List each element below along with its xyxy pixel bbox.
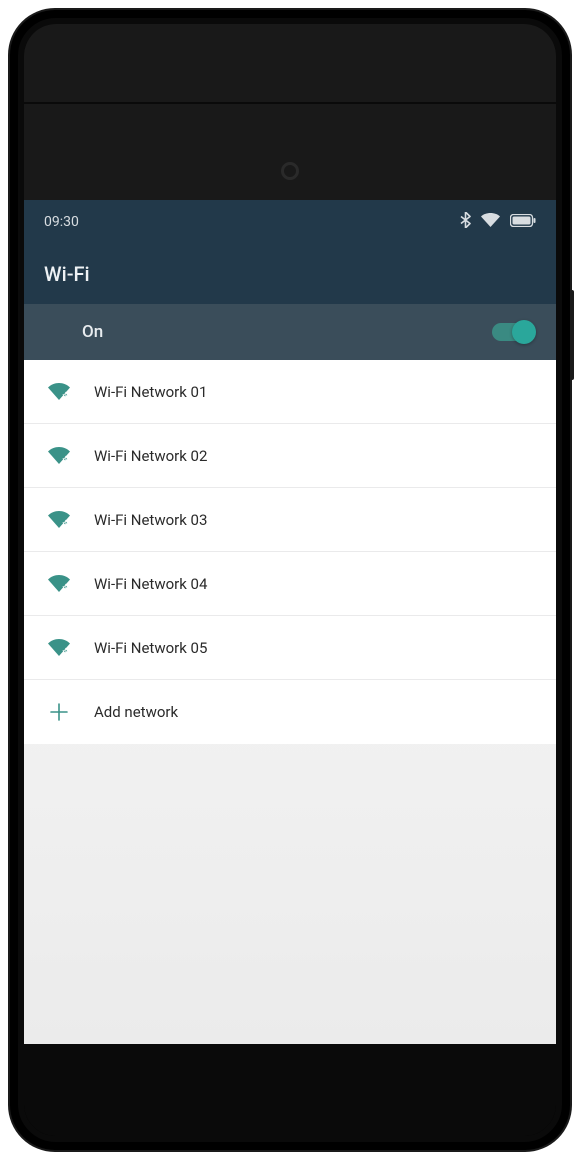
network-name: Wi-Fi Network 03 (94, 511, 207, 529)
network-item[interactable]: Wi-Fi Network 03 (24, 488, 556, 552)
network-name: Wi-Fi Network 04 (94, 575, 207, 593)
add-network-label: Add network (94, 703, 178, 721)
switch-thumb (512, 320, 536, 344)
wifi-signal-icon (44, 510, 74, 529)
camera-icon (281, 162, 299, 180)
network-item[interactable]: Wi-Fi Network 05 (24, 616, 556, 680)
plus-icon (44, 703, 74, 721)
phone-frame: 09:30 (10, 10, 570, 1150)
page-title: Wi-Fi (44, 262, 90, 286)
network-item[interactable]: Wi-Fi Network 01 (24, 360, 556, 424)
phone-side-button (570, 290, 574, 380)
bezel-divider (24, 102, 556, 104)
add-network-button[interactable]: Add network (24, 680, 556, 744)
status-bar: 09:30 (24, 200, 556, 244)
network-name: Wi-Fi Network 01 (94, 383, 207, 401)
phone-top-bezel (24, 24, 556, 200)
wifi-signal-icon (44, 638, 74, 657)
network-name: Wi-Fi Network 02 (94, 447, 207, 465)
wifi-status-icon (481, 213, 500, 232)
phone-inner: 09:30 (18, 18, 562, 1142)
network-list: Wi-Fi Network 01 Wi-Fi Network 02 Wi-Fi … (24, 360, 556, 1044)
wifi-toggle-label: On (82, 322, 103, 342)
network-item[interactable]: Wi-Fi Network 02 (24, 424, 556, 488)
bluetooth-icon (460, 212, 471, 232)
wifi-signal-icon (44, 446, 74, 465)
status-icons (460, 212, 536, 232)
wifi-toggle-row[interactable]: On (24, 304, 556, 360)
phone-bottom-bezel (24, 1044, 556, 1136)
wifi-signal-icon (44, 382, 74, 401)
screen: 09:30 (24, 200, 556, 1044)
wifi-toggle-switch[interactable] (492, 323, 534, 341)
status-time: 09:30 (44, 214, 79, 230)
header: Wi-Fi (24, 244, 556, 304)
battery-icon (510, 214, 536, 231)
wifi-signal-icon (44, 574, 74, 593)
network-name: Wi-Fi Network 05 (94, 639, 207, 657)
network-item[interactable]: Wi-Fi Network 04 (24, 552, 556, 616)
